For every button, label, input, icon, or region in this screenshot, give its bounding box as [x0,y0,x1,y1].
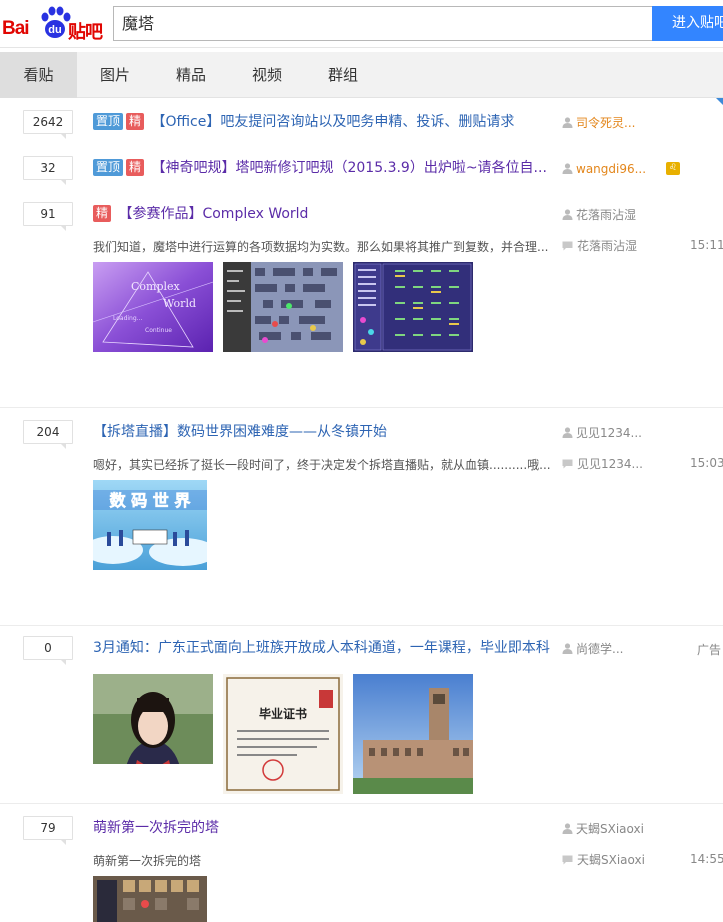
pinned-badge: 置顶 [93,159,124,176]
reply-icon [562,855,573,865]
thread-title-row: 精 【参赛作品】Complex World [93,204,308,224]
thumbnail-image[interactable]: 毕业证书 [223,674,343,794]
baidu-tieba-logo[interactable]: Bai du 贴吧 [2,4,110,44]
thread-row[interactable]: 204 【拆塔直播】数码世界困难难度——从冬镇开始 见见1234... 嗯好，其… [0,410,723,626]
reply-time: 14:55 [690,852,723,866]
thread-row[interactable]: 2642 置顶精 【Office】吧友提问咨询站以及吧务申精、投诉、删贴请求 司… [0,100,723,144]
last-replier[interactable]: 花落雨沾湿 [562,236,637,256]
pinned-badge: 置顶 [93,113,124,130]
thread-title-row: 置顶精 【神奇吧规】塔吧新修订吧规（2015.3.9）出炉啦~请各位自... [93,158,547,178]
tab-videos[interactable]: 视频 [229,52,305,98]
featured-badge: 精 [126,159,145,176]
thread-author[interactable]: 司令死灵... [562,113,635,133]
author-name: wangdi96... [576,162,647,176]
thread-title-row: 3月通知：广东正式面向上班族开放成人本科通道，一年课程，毕业即本科 [93,638,550,658]
enter-tieba-button[interactable]: 进入贴吧 [652,6,723,41]
thread-author[interactable]: 花落雨沾湿 [562,205,636,225]
author-name: 天蝎SXiaoxi [576,822,644,836]
thread-title[interactable]: 【Office】吧友提问咨询站以及吧务申精、投诉、删贴请求 [151,114,514,130]
reply-icon [562,459,573,469]
thread-abstract: 嗯好，其实已经拆了挺长一段时间了，终于决定发个拆塔直播贴，就从血镇.......… [93,458,551,472]
thread-row[interactable]: 32 置顶精 【神奇吧规】塔吧新修订吧规（2015.3.9）出炉啦~请各位自..… [0,146,723,190]
tab-images[interactable]: 图片 [77,52,153,98]
thread-row[interactable]: 79 萌新第一次拆完的塔 天蝎SXiaoxi 萌新第一次拆完的塔 天蝎SXiao… [0,806,723,922]
thread-row[interactable]: 91 精 【参赛作品】Complex World 花落雨沾湿 我们知道，魔塔中进… [0,192,723,408]
thread-title[interactable]: 【神奇吧规】塔吧新修订吧规（2015.3.9）出炉啦~请各位自... [151,160,546,176]
tab-posts[interactable]: 看贴 [0,52,77,98]
thumbnail-image[interactable] [93,876,207,922]
thumb-text: Complex [131,280,181,293]
thumbnail-image[interactable] [353,262,473,352]
thumbnail-image[interactable]: Complex World Loading... Continue [93,262,213,352]
tab-groups[interactable]: 群组 [305,52,381,98]
thread-author[interactable]: 尚德学... [562,639,623,659]
search-input[interactable]: 魔塔 [113,6,653,41]
reply-time: 15:03 [690,456,723,470]
ad-label: 广告 [697,643,722,657]
logo-bai: Bai [2,18,30,39]
user-icon [562,117,573,128]
user-icon [562,823,573,834]
reply-count: 91 [23,202,73,231]
vip-zodiac-icon: ♌ [666,162,680,175]
thread-title[interactable]: 萌新第一次拆完的塔 [93,820,219,836]
user-icon [562,427,573,438]
thumbnail-image[interactable] [223,262,343,352]
thread-title-row: 置顶精 【Office】吧友提问咨询站以及吧务申精、投诉、删贴请求 [93,112,514,132]
tab-featured[interactable]: 精品 [153,52,229,98]
thumb-text: 数 码 世 界 [110,491,191,510]
reply-time: 15:11 [690,238,723,252]
reply-count: 79 [23,816,73,845]
featured-badge: 精 [126,113,145,130]
last-replier-name: 天蝎SXiaoxi [577,853,645,867]
thread-abstract: 萌新第一次拆完的塔 [93,854,202,868]
thumbnail-image[interactable] [353,674,473,794]
thumb-text: World [163,297,196,310]
last-replier[interactable]: 天蝎SXiaoxi [562,850,645,870]
author-name: 见见1234... [576,426,642,440]
ad-thread-row[interactable]: 0 3月通知：广东正式面向上班族开放成人本科通道，一年课程，毕业即本科 尚德学.… [0,628,723,804]
reply-count: 32 [23,156,73,185]
thread-abstract: 我们知道，魔塔中进行运算的各项数据均为实数。那么如果将其推广到复数，并合理... [93,240,549,254]
last-replier-name: 见见1234... [577,457,643,471]
thumb-text: 毕业证书 [259,706,307,721]
featured-badge: 精 [93,205,112,222]
thread-author[interactable]: 天蝎SXiaoxi [562,819,644,839]
last-replier-name: 花落雨沾湿 [577,239,638,253]
thumb-text: Loading... [113,315,142,322]
thumb-text: Continue [145,327,172,334]
reply-icon [562,241,573,251]
user-icon [562,163,573,174]
reply-count: 2642 [23,110,73,139]
user-icon [562,643,573,654]
last-replier[interactable]: 见见1234... [562,454,643,474]
author-name: 花落雨沾湿 [576,208,637,222]
author-name: 尚德学... [576,642,624,656]
thread-title-row: 萌新第一次拆完的塔 [93,818,219,838]
thumbnail-image[interactable]: 数 码 世 界 [93,480,207,570]
user-icon [562,209,573,220]
author-name: 司令死灵... [576,116,636,130]
thread-author[interactable]: wangdi96... [562,159,646,179]
logo-tieba: 贴吧 [68,22,103,43]
top-bar: Bai du 贴吧 魔塔 进入贴吧 [0,0,723,48]
thread-title-row: 【拆塔直播】数码世界困难难度——从冬镇开始 [93,422,387,442]
logo-du: du [48,24,61,36]
reply-count: 204 [23,420,73,449]
paw-icon: du [41,6,71,38]
thread-title[interactable]: 【拆塔直播】数码世界困难难度——从冬镇开始 [93,424,387,440]
thread-title[interactable]: 3月通知：广东正式面向上班族开放成人本科通道，一年课程，毕业即本科 [93,640,550,656]
thread-author[interactable]: 见见1234... [562,423,642,443]
tab-bar: 看贴 图片 精品 视频 群组 [0,52,723,98]
reply-count: 0 [23,636,73,665]
thread-title[interactable]: 【参赛作品】Complex World [118,206,308,222]
thumbnail-image[interactable] [93,674,213,764]
